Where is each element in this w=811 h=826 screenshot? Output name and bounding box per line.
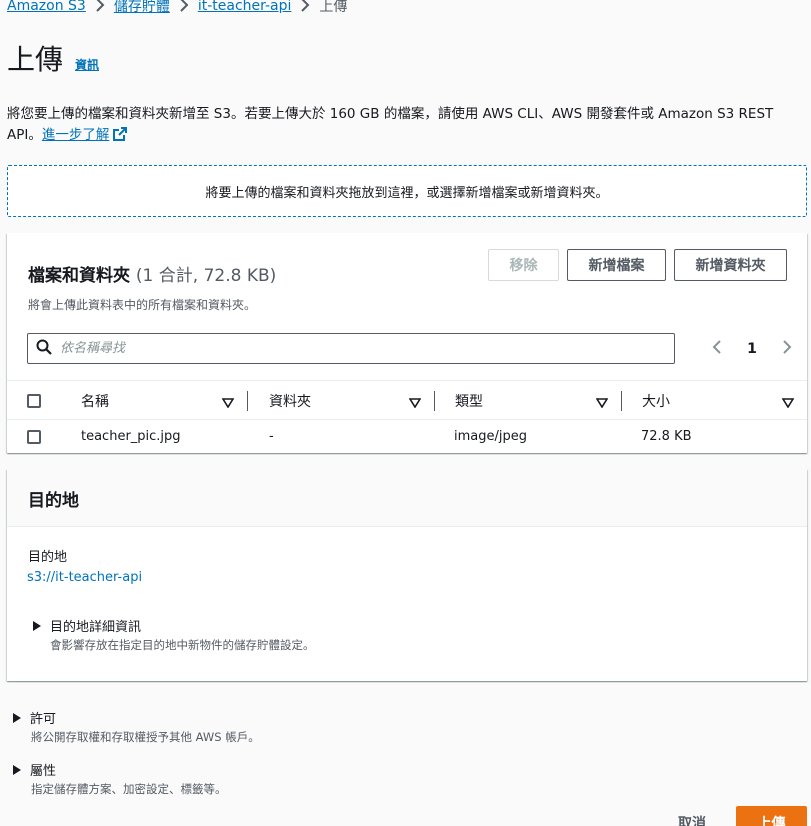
- add-folder-button[interactable]: 新增資料夾: [674, 249, 787, 281]
- breadcrumb-buckets[interactable]: 儲存貯體: [114, 0, 170, 16]
- previous-page-icon[interactable]: [712, 339, 722, 359]
- next-page-icon[interactable]: [782, 339, 792, 359]
- learn-more-link[interactable]: 進一步了解: [42, 127, 128, 143]
- upload-dropzone[interactable]: 將要上傳的檔案和資料夾拖放到這裡，或選擇新增檔案或新增資料夾。: [7, 165, 807, 217]
- destination-label: 目的地: [28, 550, 68, 565]
- page-title: 上傳: [7, 43, 64, 76]
- column-header-folder[interactable]: 資料夾: [269, 381, 429, 421]
- remove-button[interactable]: 移除: [488, 249, 559, 281]
- info-link[interactable]: 資訊: [75, 56, 99, 73]
- breadcrumb-bucket-name[interactable]: it-teacher-api: [198, 0, 292, 14]
- properties-label: 屬性: [30, 764, 57, 779]
- properties-expander[interactable]: 屬性: [13, 760, 56, 779]
- permissions-desc: 將公開存取權和存取權授予其他 AWS 帳戶。: [31, 730, 260, 744]
- sort-caret-icon: [221, 396, 235, 412]
- cancel-button[interactable]: 取消: [678, 813, 706, 826]
- page-header: 上傳 資訊: [7, 42, 99, 78]
- column-label: 資料夾: [269, 394, 311, 410]
- size-cell: 72.8 KB: [641, 429, 692, 444]
- files-panel-subtitle: 將會上傳此資料表中的所有檔案和資料夾。: [28, 298, 257, 312]
- column-divider[interactable]: [621, 391, 622, 411]
- dropzone-text: 將要上傳的檔案和資料夾拖放到這裡，或選擇新增檔案或新增資料夾。: [205, 185, 609, 201]
- row-checkbox[interactable]: [27, 430, 41, 444]
- page-description: 將您要上傳的檔案和資料夾新增至 S3。若要上傳大於 160 GB 的檔案，請使用…: [7, 104, 797, 148]
- permissions-expander[interactable]: 許可: [13, 708, 56, 727]
- chevron-right-icon: [291, 0, 319, 16]
- files-count: (1 合計, 72.8 KB): [135, 266, 277, 286]
- chevron-right-icon: [86, 0, 114, 16]
- caret-right-icon: [13, 764, 21, 775]
- caret-right-icon: [33, 620, 41, 631]
- files-title: 檔案和資料夾: [28, 266, 130, 286]
- destination-link[interactable]: s3://it-teacher-api: [27, 570, 142, 585]
- destination-header: 目的地: [7, 469, 807, 527]
- destination-details-label: 目的地詳細資訊: [50, 620, 142, 635]
- column-divider[interactable]: [434, 391, 435, 411]
- table-header: 名稱 資料夾 類型 大小: [7, 380, 807, 420]
- column-label: 類型: [455, 394, 483, 410]
- caret-right-icon: [13, 712, 21, 723]
- sort-caret-icon: [408, 396, 422, 412]
- column-label: 大小: [642, 394, 670, 410]
- folder-cell: -: [269, 429, 274, 444]
- page-number[interactable]: 1: [747, 341, 757, 357]
- upload-button[interactable]: 上傳: [736, 806, 807, 826]
- destination-details-expander[interactable]: 目的地詳細資訊: [33, 616, 141, 635]
- search-box: [27, 333, 675, 364]
- search-input[interactable]: [60, 341, 620, 356]
- column-header-size[interactable]: 大小: [642, 381, 802, 421]
- column-label: 名稱: [81, 394, 109, 410]
- sort-caret-icon: [781, 396, 795, 412]
- external-link-icon: [113, 127, 128, 148]
- chevron-right-icon: [170, 0, 198, 16]
- breadcrumb-current: 上傳: [319, 0, 348, 15]
- table-row[interactable]: teacher_pic.jpg - image/jpeg 72.8 KB: [7, 420, 807, 453]
- type-cell: image/jpeg: [454, 429, 527, 444]
- file-name-cell: teacher_pic.jpg: [81, 429, 181, 444]
- files-and-folders-panel: 檔案和資料夾 (1 合計, 72.8 KB) 將會上傳此資料表中的所有檔案和資料…: [7, 233, 807, 453]
- breadcrumb-amazon-s3[interactable]: Amazon S3: [7, 0, 86, 14]
- destination-details-desc: 會影響存放在指定目的地中新物件的儲存貯體設定。: [50, 638, 315, 652]
- destination-panel: 目的地 目的地 s3://it-teacher-api 目的地詳細資訊 會影響存…: [7, 469, 807, 681]
- column-header-type[interactable]: 類型: [455, 381, 615, 421]
- column-header-name[interactable]: 名稱: [81, 381, 241, 421]
- pagination: 1: [712, 337, 792, 361]
- breadcrumb: Amazon S3 儲存貯體 it-teacher-api 上傳: [7, 0, 347, 17]
- select-all-checkbox[interactable]: [27, 394, 41, 408]
- search-icon: [36, 339, 52, 359]
- learn-more-label: 進一步了解: [41, 127, 110, 143]
- column-divider[interactable]: [247, 391, 248, 411]
- add-files-button[interactable]: 新增檔案: [567, 249, 666, 281]
- properties-desc: 指定儲存體方案、加密設定、標籤等。: [31, 782, 227, 796]
- permissions-label: 許可: [30, 712, 57, 727]
- sort-caret-icon: [595, 396, 609, 412]
- files-panel-title: 檔案和資料夾 (1 合計, 72.8 KB): [28, 261, 276, 286]
- destination-title: 目的地: [28, 491, 79, 511]
